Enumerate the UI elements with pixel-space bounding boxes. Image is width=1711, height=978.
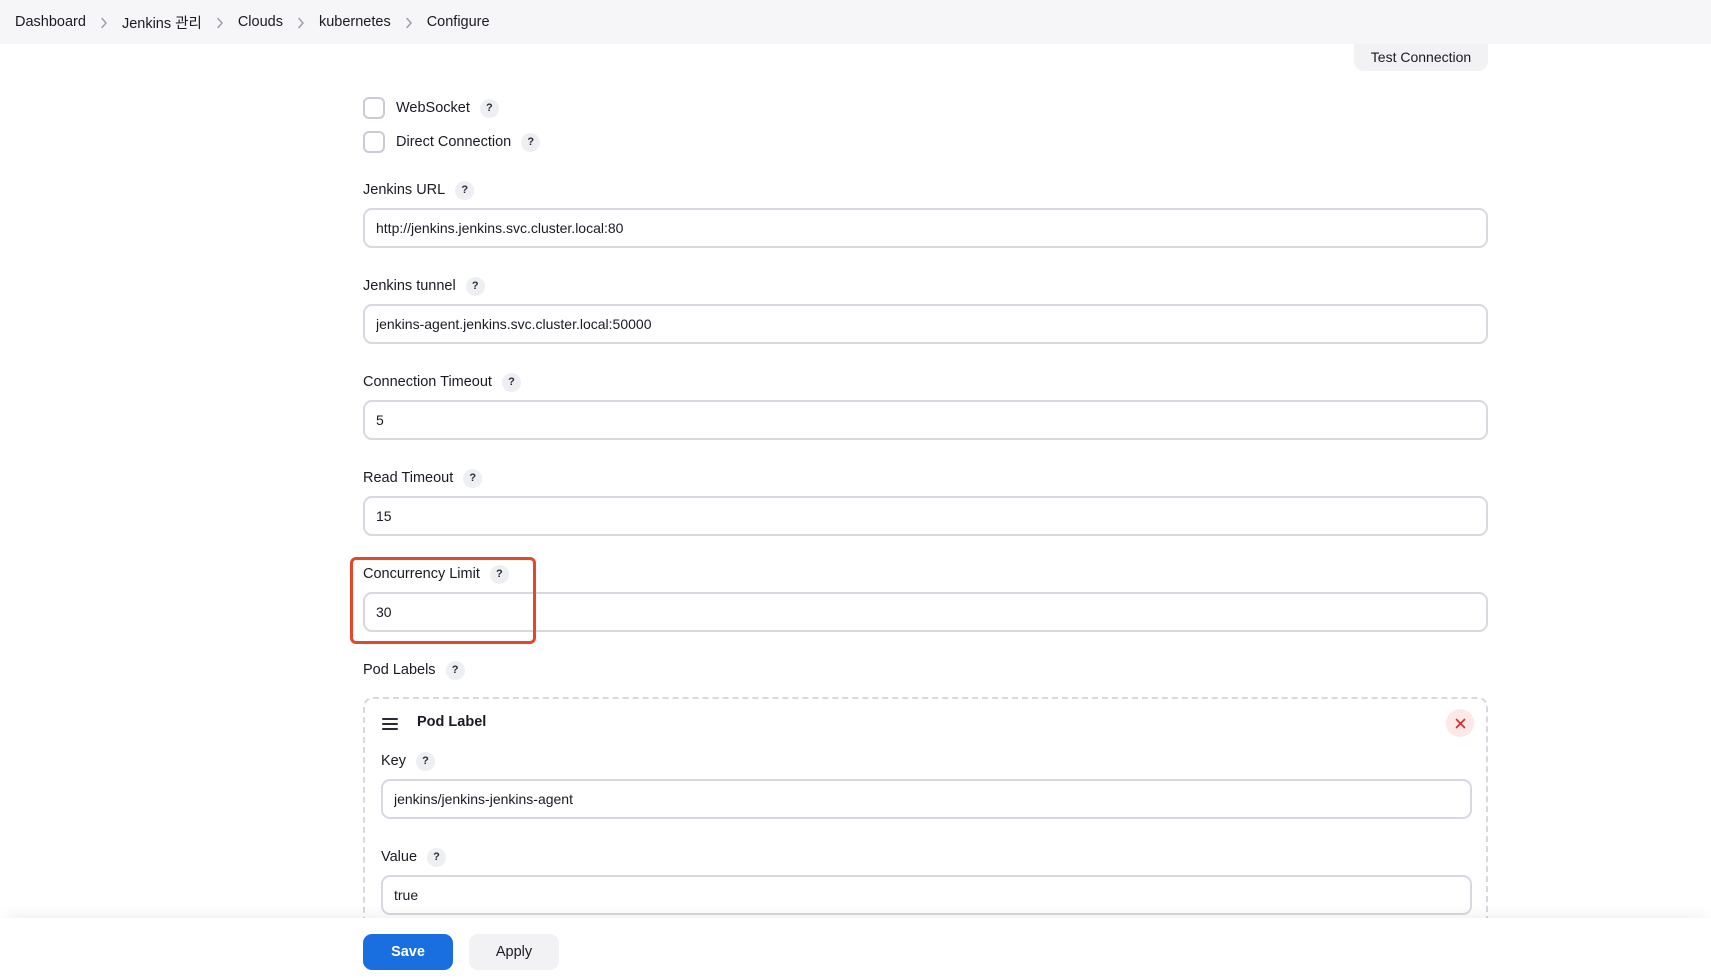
pod-label-title: Pod Label	[417, 714, 487, 730]
help-icon[interactable]: ?	[501, 372, 521, 392]
breadcrumb-item-configure[interactable]: Configure	[427, 14, 490, 30]
pod-labels-label: Pod Labels ?	[363, 660, 465, 680]
action-bar: Save Apply	[0, 918, 1711, 978]
apply-button[interactable]: Apply	[469, 934, 559, 970]
help-icon[interactable]: ?	[455, 180, 475, 200]
jenkins-url-label: Jenkins URL ?	[363, 180, 475, 200]
pod-label-value-label: Value ?	[381, 847, 447, 867]
help-icon[interactable]: ?	[479, 98, 499, 118]
drag-handle-icon[interactable]	[382, 718, 398, 730]
read-timeout-label-text: Read Timeout	[363, 470, 454, 486]
concurrency-limit-input[interactable]	[363, 592, 1488, 632]
concurrency-limit-label-text: Concurrency Limit	[363, 566, 480, 582]
concurrency-limit-label: Concurrency Limit ?	[363, 564, 509, 584]
pod-label-value-label-text: Value	[381, 849, 418, 865]
jenkins-tunnel-input[interactable]	[363, 304, 1488, 344]
save-button[interactable]: Save	[363, 934, 453, 970]
breadcrumb-item-kubernetes[interactable]: kubernetes	[319, 14, 391, 30]
connection-timeout-label: Connection Timeout ?	[363, 372, 521, 392]
chevron-right-icon	[283, 15, 319, 30]
breadcrumb-item-clouds[interactable]: Clouds	[238, 14, 283, 30]
help-icon[interactable]: ?	[465, 276, 485, 296]
read-timeout-input[interactable]	[363, 496, 1488, 536]
connection-timeout-label-text: Connection Timeout	[363, 374, 492, 390]
direct-connection-row: Direct Connection ?	[363, 130, 541, 154]
pod-label-key-label-text: Key	[381, 753, 406, 769]
jenkins-tunnel-label: Jenkins tunnel ?	[363, 276, 485, 296]
pod-label-key-input[interactable]	[381, 779, 1472, 819]
direct-connection-checkbox[interactable]	[363, 131, 385, 153]
breadcrumb-item-dashboard[interactable]: Dashboard	[15, 14, 86, 30]
help-icon[interactable]: ?	[463, 468, 483, 488]
pod-label-value-input[interactable]	[381, 875, 1472, 915]
help-icon[interactable]: ?	[489, 564, 509, 584]
breadcrumb-item-manage-jenkins[interactable]: Jenkins 관리	[122, 12, 202, 33]
close-icon	[1455, 718, 1465, 728]
breadcrumb: Dashboard Jenkins 관리 Clouds kubernetes C…	[0, 0, 1711, 44]
jenkins-tunnel-label-text: Jenkins tunnel	[363, 278, 456, 294]
websocket-label: WebSocket	[396, 100, 470, 116]
websocket-row: WebSocket ?	[363, 96, 499, 120]
pod-label-key-label: Key ?	[381, 751, 435, 771]
websocket-checkbox[interactable]	[363, 97, 385, 119]
pod-labels-label-text: Pod Labels	[363, 662, 436, 678]
chevron-right-icon	[202, 15, 238, 30]
read-timeout-label: Read Timeout ?	[363, 468, 483, 488]
help-icon[interactable]: ?	[416, 751, 435, 771]
help-icon[interactable]: ?	[445, 660, 465, 680]
jenkins-url-label-text: Jenkins URL	[363, 182, 446, 198]
help-icon[interactable]: ?	[427, 847, 447, 867]
direct-connection-label: Direct Connection	[396, 134, 512, 150]
help-icon[interactable]: ?	[521, 132, 541, 152]
delete-pod-label-button[interactable]	[1446, 709, 1474, 737]
chevron-right-icon	[86, 15, 122, 30]
chevron-right-icon	[391, 15, 427, 30]
connection-timeout-input[interactable]	[363, 400, 1488, 440]
jenkins-url-input[interactable]	[363, 208, 1488, 248]
